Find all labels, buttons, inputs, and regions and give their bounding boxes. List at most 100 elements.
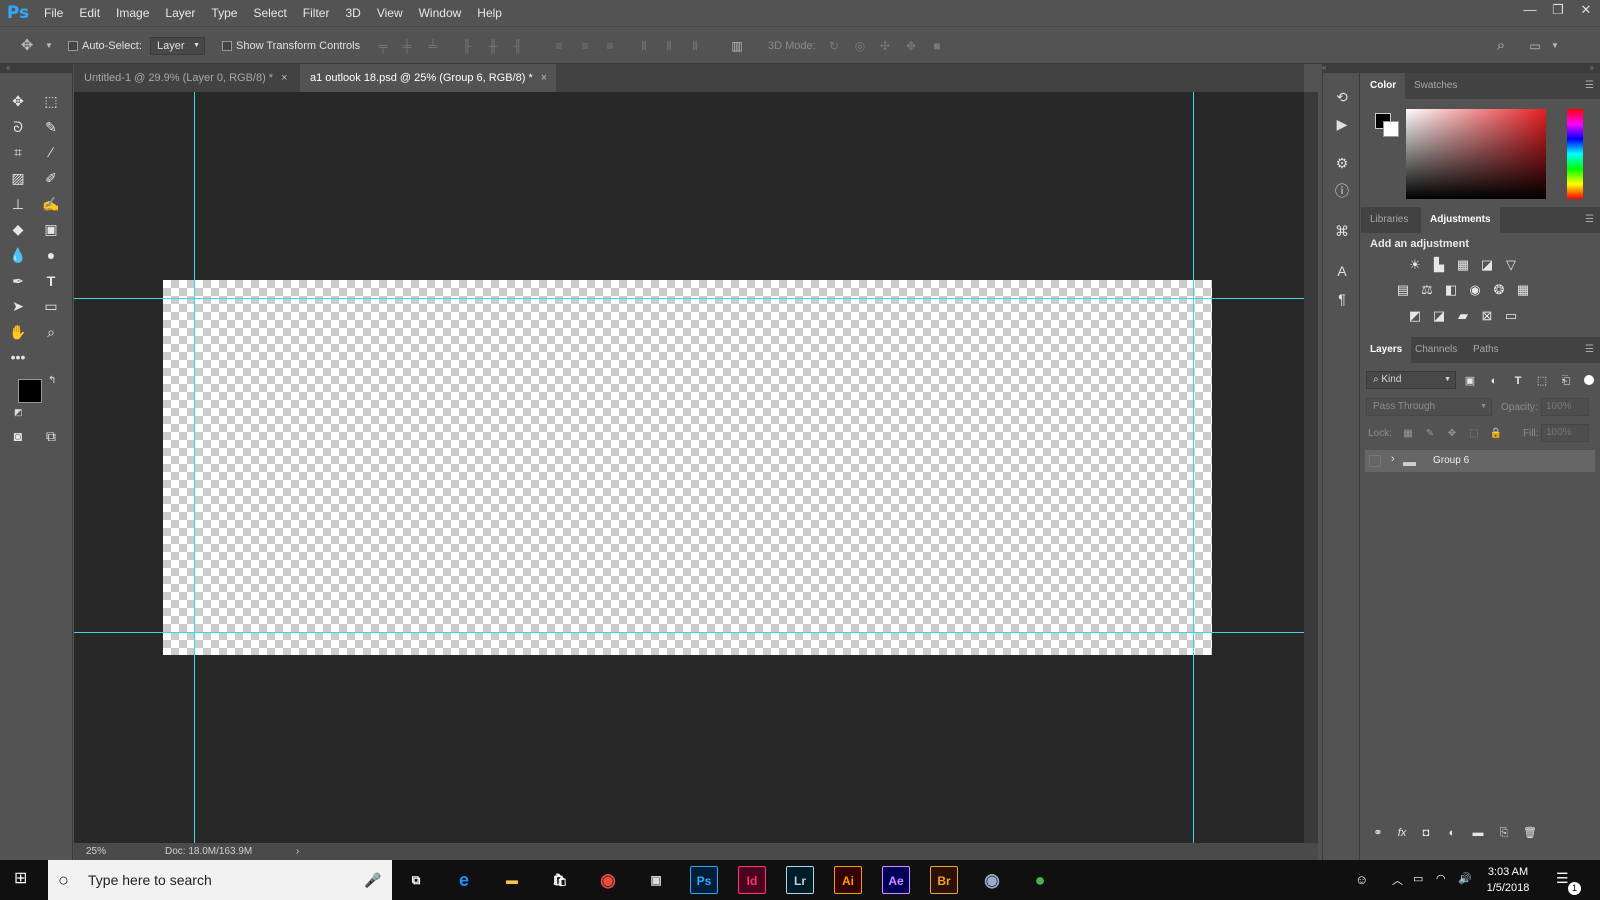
3d-orbit-icon[interactable]: ↻	[827, 39, 841, 53]
3d-pan-icon[interactable]: ✣	[878, 39, 892, 53]
bridge-taskbar-icon[interactable]: Br	[930, 866, 958, 894]
volume-icon[interactable]: 🔊	[1458, 872, 1472, 885]
filter-pixel-icon[interactable]: ▣	[1461, 373, 1479, 389]
menu-select[interactable]: Select	[245, 0, 294, 26]
glyphs-icon[interactable]: ⌘	[1332, 221, 1352, 241]
levels-icon[interactable]: ▙	[1430, 257, 1448, 273]
filter-type-icon[interactable]: T	[1509, 373, 1527, 389]
gradient-tool-icon[interactable]: ▣	[39, 218, 63, 240]
lock-all-icon[interactable]: 🔒	[1487, 426, 1505, 442]
fx-icon[interactable]: fx	[1393, 825, 1411, 841]
color-panel-background[interactable]	[1383, 121, 1399, 137]
distribute-right-icon[interactable]: ⦀	[688, 39, 702, 53]
vertical-scrollbar[interactable]	[1304, 92, 1318, 843]
panel-menu-icon[interactable]: ☰	[1585, 80, 1594, 91]
lasso-tool-icon[interactable]: ᘐ	[6, 116, 30, 138]
tab-color[interactable]: Color	[1361, 73, 1406, 99]
photoshop-taskbar-icon[interactable]: Ps	[690, 866, 718, 894]
toolbar-collapse-strip[interactable]: «	[0, 64, 73, 73]
lightroom-taskbar-icon[interactable]: Lr	[786, 866, 814, 894]
filter-adjustment-icon[interactable]: ◐	[1485, 373, 1503, 389]
color-balance-icon[interactable]: ⚖	[1418, 282, 1436, 298]
auto-select-checkbox[interactable]: Auto-Select:	[68, 36, 142, 56]
fill-input[interactable]: 100%	[1541, 424, 1589, 442]
clock[interactable]: 3:03 AM 1/5/2018	[1476, 864, 1540, 896]
action-center-icon[interactable]: ☰	[1556, 870, 1569, 887]
task-view-icon[interactable]: ⧉	[402, 866, 430, 894]
distribute-bottom-icon[interactable]: ≡	[603, 39, 617, 53]
aftereffects-taskbar-icon[interactable]: Ae	[882, 866, 910, 894]
tab-paths[interactable]: Paths	[1464, 337, 1508, 363]
posterize-icon[interactable]: ◪	[1430, 308, 1448, 324]
history-icon[interactable]: ⟲	[1332, 87, 1352, 107]
character-icon[interactable]: A	[1332, 261, 1352, 281]
search-icon[interactable]: ⌕	[1494, 38, 1508, 53]
layer-filter-kind-dropdown[interactable]: ⌕ Kind ▼	[1366, 371, 1456, 389]
auto-select-target-dropdown[interactable]: Layer ▼	[150, 37, 205, 55]
tab-a1-outlook[interactable]: a1 outlook 18.psd @ 25% (Group 6, RGB/8)…	[300, 64, 556, 92]
curves-icon[interactable]: ▦	[1454, 257, 1472, 273]
cinema4d-icon[interactable]: ◉	[978, 866, 1006, 894]
distribute-left-icon[interactable]: ⦀	[637, 39, 651, 53]
close-tab-icon[interactable]: ×	[281, 72, 287, 84]
chevron-down-icon[interactable]: ▼	[42, 39, 56, 53]
microphone-icon[interactable]: 🎤	[364, 860, 381, 900]
menu-window[interactable]: Window	[411, 0, 470, 26]
dodge-tool-icon[interactable]: ●	[39, 244, 63, 266]
screen-mode-icon[interactable]: ⧉	[39, 425, 63, 447]
align-bottom-icon[interactable]: ╧	[426, 39, 440, 53]
paragraph-icon[interactable]: ¶	[1332, 289, 1352, 309]
auto-align-icon[interactable]: ▥	[730, 39, 744, 53]
guide-horizontal[interactable]	[74, 298, 1304, 299]
people-icon[interactable]: ☺	[1355, 872, 1368, 887]
pen-tool-icon[interactable]: ✒	[6, 270, 30, 292]
chevron-down-icon[interactable]: ▼	[1548, 39, 1562, 53]
menu-help[interactable]: Help	[469, 0, 510, 26]
menu-layer[interactable]: Layer	[157, 0, 203, 26]
tab-layers[interactable]: Layers	[1361, 337, 1412, 363]
align-right-icon[interactable]: ╢	[511, 39, 525, 53]
new-layer-icon[interactable]: ⎘	[1495, 825, 1513, 841]
move-tool-preset-icon[interactable]: ✥	[20, 38, 34, 53]
rectangle-tool-icon[interactable]: ▭	[39, 295, 63, 317]
eyedropper-tool-icon[interactable]: ⁄	[39, 141, 63, 163]
minimize-button[interactable]: —	[1516, 0, 1544, 22]
tab-swatches[interactable]: Swatches	[1405, 73, 1466, 99]
chevron-up-icon[interactable]: ︿	[1392, 872, 1403, 888]
close-button[interactable]: ✕	[1572, 0, 1600, 22]
hue-saturation-icon[interactable]: ▤	[1394, 282, 1412, 298]
path-selection-tool-icon[interactable]: ➤	[6, 295, 30, 317]
status-menu-arrow[interactable]: ›	[296, 843, 299, 860]
wifi-icon[interactable]: ◠	[1436, 872, 1446, 885]
color-picker-field[interactable]	[1406, 109, 1546, 199]
quick-mask-icon[interactable]: ◙	[6, 425, 30, 447]
chevron-right-icon[interactable]: ›	[1391, 453, 1395, 465]
green-app-icon[interactable]: ●	[1026, 866, 1054, 894]
eraser-tool-icon[interactable]: ◆	[6, 218, 30, 240]
selective-color-icon[interactable]: ⊠	[1478, 308, 1496, 324]
indesign-taskbar-icon[interactable]: Id	[738, 866, 766, 894]
marquee-tool-icon[interactable]: ⬚	[39, 90, 63, 112]
guide-vertical[interactable]	[1193, 92, 1194, 843]
opacity-input[interactable]: 100%	[1541, 398, 1589, 416]
menu-edit[interactable]: Edit	[71, 0, 108, 26]
properties-icon[interactable]: ⚙	[1332, 153, 1352, 173]
dock-collapse-strip[interactable]: «»	[1322, 64, 1600, 73]
type-tool-icon[interactable]: T	[39, 270, 63, 292]
panel-menu-icon[interactable]: ☰	[1585, 214, 1594, 225]
file-explorer-icon[interactable]: ▬	[498, 866, 526, 894]
3d-slide-icon[interactable]: ✥	[904, 39, 918, 53]
document-canvas[interactable]	[163, 280, 1212, 655]
visibility-toggle[interactable]	[1369, 455, 1381, 467]
move-tool-icon[interactable]: ✥	[6, 90, 30, 112]
add-mask-icon[interactable]: ◘	[1417, 825, 1435, 841]
menu-view[interactable]: View	[369, 0, 411, 26]
align-top-icon[interactable]: ╤	[376, 39, 390, 53]
align-hcenter-icon[interactable]: ╫	[486, 39, 500, 53]
foreground-color-swatch[interactable]	[18, 379, 42, 403]
distribute-vcenter-icon[interactable]: ≡	[578, 39, 592, 53]
menu-file[interactable]: File	[36, 0, 71, 26]
hue-slider[interactable]	[1567, 109, 1583, 199]
photo-filter-icon[interactable]: ◉	[1466, 282, 1484, 298]
new-adjustment-layer-icon[interactable]: ◐	[1443, 825, 1461, 841]
